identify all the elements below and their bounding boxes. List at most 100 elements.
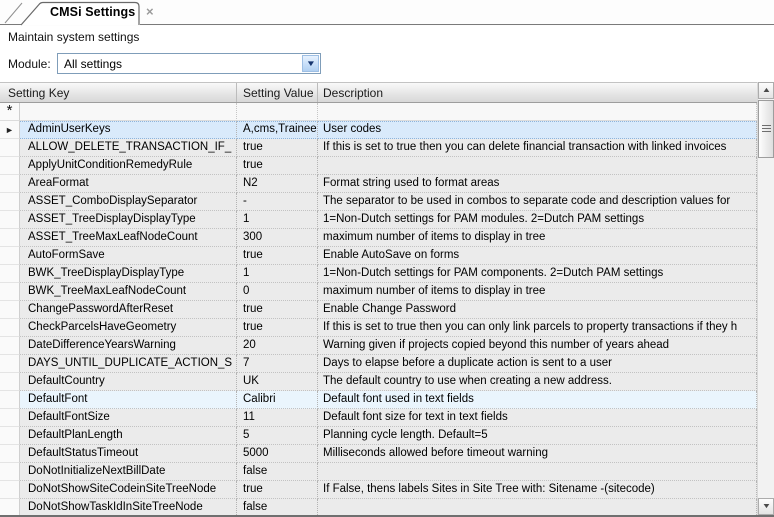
setting-key-cell[interactable]: ChangePasswordAfterReset bbox=[20, 301, 237, 319]
description-cell[interactable]: maximum number of items to display in tr… bbox=[318, 283, 757, 301]
setting-key-cell[interactable]: ALLOW_DELETE_TRANSACTION_IF_ bbox=[20, 139, 237, 157]
description-cell[interactable]: Default font size for text in text field… bbox=[318, 409, 757, 427]
table-row[interactable]: DefaultFont Calibri Default font used in… bbox=[0, 391, 757, 409]
setting-value-cell[interactable]: 1 bbox=[237, 211, 318, 229]
setting-key-cell[interactable]: DefaultFont bbox=[20, 391, 237, 409]
description-cell[interactable]: The separator to be used in combos to se… bbox=[318, 193, 757, 211]
setting-value-cell[interactable]: UK bbox=[237, 373, 318, 391]
table-row[interactable]: DoNotInitializeNextBillDate false bbox=[0, 463, 757, 481]
setting-key-cell[interactable]: BWK_TreeMaxLeafNodeCount bbox=[20, 283, 237, 301]
tab-cmsi-settings[interactable]: CMSi Settings bbox=[50, 5, 135, 19]
table-row[interactable]: ApplyUnitConditionRemedyRule true bbox=[0, 157, 757, 175]
setting-key-cell[interactable]: AdminUserKeys bbox=[20, 121, 237, 139]
setting-value-cell[interactable]: - bbox=[237, 193, 318, 211]
settings-grid: Setting Key Setting Value Description * … bbox=[0, 82, 774, 517]
new-row-value-cell[interactable] bbox=[237, 103, 318, 121]
setting-key-cell[interactable]: BWK_TreeDisplayDisplayType bbox=[20, 265, 237, 283]
description-cell[interactable]: The default country to use when creating… bbox=[318, 373, 757, 391]
table-row[interactable]: DefaultCountry UK The default country to… bbox=[0, 373, 757, 391]
vertical-scrollbar[interactable]: ▲ ▼ bbox=[757, 82, 774, 515]
description-cell[interactable]: Warning given if projects copied beyond … bbox=[318, 337, 757, 355]
table-row[interactable]: ASSET_TreeDisplayDisplayType 1 1=Non-Dut… bbox=[0, 211, 757, 229]
table-row[interactable]: BWK_TreeDisplayDisplayType 1 1=Non-Dutch… bbox=[0, 265, 757, 283]
setting-value-cell[interactable]: 0 bbox=[237, 283, 318, 301]
setting-value-cell[interactable]: true bbox=[237, 139, 318, 157]
scroll-down-button[interactable]: ▼ bbox=[758, 498, 774, 515]
setting-value-cell[interactable]: 5000 bbox=[237, 445, 318, 463]
table-row[interactable]: CheckParcelsHaveGeometry true If this is… bbox=[0, 319, 757, 337]
setting-value-cell[interactable]: N2 bbox=[237, 175, 318, 193]
setting-key-cell[interactable]: DoNotShowSiteCodeinSiteTreeNode bbox=[20, 481, 237, 499]
setting-key-cell[interactable]: ASSET_ComboDisplaySeparator bbox=[20, 193, 237, 211]
setting-value-cell[interactable]: true bbox=[237, 319, 318, 337]
setting-value-cell[interactable]: 20 bbox=[237, 337, 318, 355]
table-row[interactable]: DefaultStatusTimeout 5000 Milliseconds a… bbox=[0, 445, 757, 463]
setting-key-cell[interactable]: DateDifferenceYearsWarning bbox=[20, 337, 237, 355]
setting-key-cell[interactable]: DefaultFontSize bbox=[20, 409, 237, 427]
scroll-up-button[interactable]: ▲ bbox=[758, 82, 774, 99]
description-cell[interactable]: maximum number of items to display in tr… bbox=[318, 229, 757, 247]
table-row[interactable]: ASSET_ComboDisplaySeparator - The separa… bbox=[0, 193, 757, 211]
table-row[interactable]: DefaultPlanLength 5 Planning cycle lengt… bbox=[0, 427, 757, 445]
setting-value-cell[interactable]: 11 bbox=[237, 409, 318, 427]
module-dropdown[interactable]: All settings ▼ bbox=[57, 53, 321, 74]
setting-key-cell[interactable]: DefaultPlanLength bbox=[20, 427, 237, 445]
table-row[interactable]: DefaultFontSize 11 Default font size for… bbox=[0, 409, 757, 427]
table-row[interactable]: BWK_TreeMaxLeafNodeCount 0 maximum numbe… bbox=[0, 283, 757, 301]
table-row[interactable]: ASSET_TreeMaxLeafNodeCount 300 maximum n… bbox=[0, 229, 757, 247]
setting-key-cell[interactable]: AutoFormSave bbox=[20, 247, 237, 265]
table-row[interactable]: DoNotShowSiteCodeinSiteTreeNode true If … bbox=[0, 481, 757, 499]
setting-value-cell[interactable]: true bbox=[237, 481, 318, 499]
description-cell[interactable]: 1=Non-Dutch settings for PAM components.… bbox=[318, 265, 757, 283]
description-cell[interactable] bbox=[318, 157, 757, 175]
new-row[interactable]: * bbox=[0, 103, 757, 121]
description-cell[interactable]: User codes bbox=[318, 121, 757, 139]
description-cell[interactable]: Default font used in text fields bbox=[318, 391, 757, 409]
setting-value-cell[interactable]: 5 bbox=[237, 427, 318, 445]
table-row[interactable]: AutoFormSave true Enable AutoSave on for… bbox=[0, 247, 757, 265]
setting-key-cell[interactable]: ApplyUnitConditionRemedyRule bbox=[20, 157, 237, 175]
setting-key-cell[interactable]: CheckParcelsHaveGeometry bbox=[20, 319, 237, 337]
setting-key-cell[interactable]: ASSET_TreeDisplayDisplayType bbox=[20, 211, 237, 229]
setting-value-cell[interactable]: true bbox=[237, 301, 318, 319]
description-cell[interactable]: Milliseconds allowed before timeout warn… bbox=[318, 445, 757, 463]
description-cell[interactable]: Planning cycle length. Default=5 bbox=[318, 427, 757, 445]
setting-key-cell[interactable]: AreaFormat bbox=[20, 175, 237, 193]
description-cell[interactable]: Enable Change Password bbox=[318, 301, 757, 319]
column-header-setting-key[interactable]: Setting Key bbox=[0, 83, 237, 102]
setting-value-cell[interactable]: 300 bbox=[237, 229, 318, 247]
table-row[interactable]: DAYS_UNTIL_DUPLICATE_ACTION_S 7 Days to … bbox=[0, 355, 757, 373]
new-row-desc-cell[interactable] bbox=[318, 103, 757, 121]
setting-key-cell[interactable]: ASSET_TreeMaxLeafNodeCount bbox=[20, 229, 237, 247]
table-row[interactable]: ChangePasswordAfterReset true Enable Cha… bbox=[0, 301, 757, 319]
description-cell[interactable]: Format string used to format areas bbox=[318, 175, 757, 193]
module-dropdown-button[interactable]: ▼ bbox=[302, 55, 319, 72]
setting-value-cell[interactable]: 7 bbox=[237, 355, 318, 373]
description-cell[interactable]: Enable AutoSave on forms bbox=[318, 247, 757, 265]
description-cell[interactable]: 1=Non-Dutch settings for PAM modules. 2=… bbox=[318, 211, 757, 229]
setting-key-cell[interactable]: DefaultStatusTimeout bbox=[20, 445, 237, 463]
setting-value-cell[interactable]: true bbox=[237, 247, 318, 265]
setting-key-cell[interactable]: DefaultCountry bbox=[20, 373, 237, 391]
table-row[interactable]: DateDifferenceYearsWarning 20 Warning gi… bbox=[0, 337, 757, 355]
scrollbar-thumb[interactable] bbox=[758, 100, 774, 158]
setting-value-cell[interactable]: Calibri bbox=[237, 391, 318, 409]
setting-key-cell[interactable]: DoNotInitializeNextBillDate bbox=[20, 463, 237, 481]
description-cell[interactable] bbox=[318, 463, 757, 481]
table-row[interactable]: ► AdminUserKeys A,cms,Trainee User codes bbox=[0, 121, 757, 139]
tab-close-icon[interactable]: × bbox=[146, 5, 154, 19]
description-cell[interactable]: If this is set to true then you can only… bbox=[318, 319, 757, 337]
column-header-description[interactable]: Description bbox=[318, 83, 757, 102]
setting-value-cell[interactable]: A,cms,Trainee bbox=[237, 121, 318, 139]
column-header-setting-value[interactable]: Setting Value bbox=[237, 83, 318, 102]
setting-key-cell[interactable]: DAYS_UNTIL_DUPLICATE_ACTION_S bbox=[20, 355, 237, 373]
setting-value-cell[interactable]: 1 bbox=[237, 265, 318, 283]
table-row[interactable]: ALLOW_DELETE_TRANSACTION_IF_ true If thi… bbox=[0, 139, 757, 157]
new-row-key-cell[interactable] bbox=[20, 103, 237, 121]
description-cell[interactable]: Days to elapse before a duplicate action… bbox=[318, 355, 757, 373]
setting-value-cell[interactable]: false bbox=[237, 463, 318, 481]
setting-value-cell[interactable]: true bbox=[237, 157, 318, 175]
description-cell[interactable]: If False, thens labels Sites in Site Tre… bbox=[318, 481, 757, 499]
table-row[interactable]: AreaFormat N2 Format string used to form… bbox=[0, 175, 757, 193]
description-cell[interactable]: If this is set to true then you can dele… bbox=[318, 139, 757, 157]
